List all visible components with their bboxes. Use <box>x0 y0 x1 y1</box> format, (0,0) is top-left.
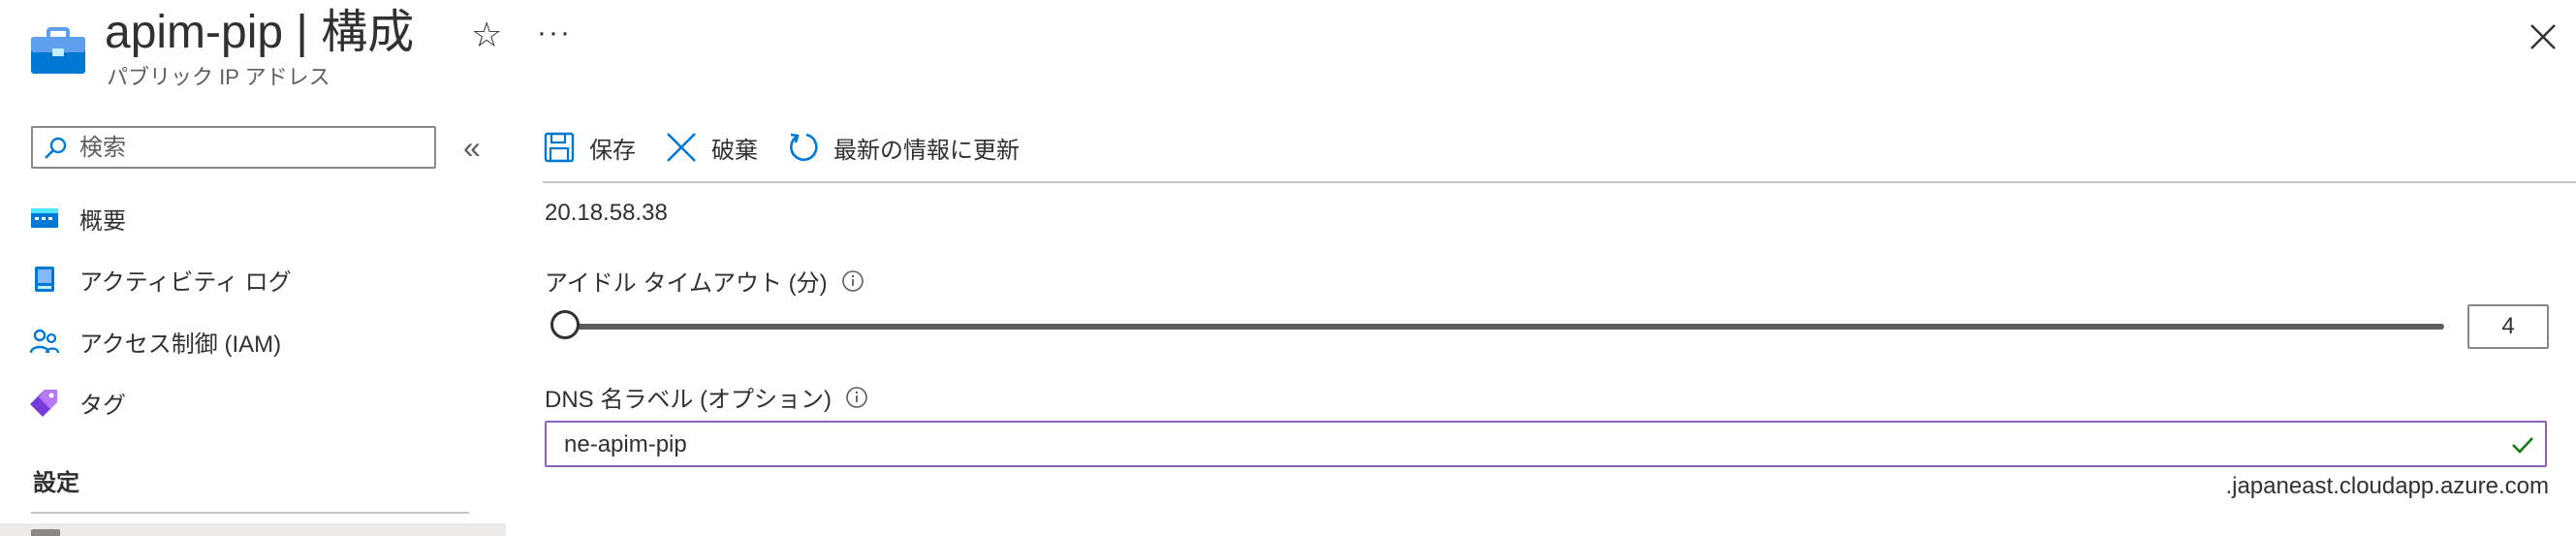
iam-users-icon <box>29 329 60 354</box>
dns-label: DNS 名ラベル (オプション) <box>545 380 868 414</box>
sidebar-item-label: アクティビティ ログ <box>79 268 292 296</box>
discard-x-icon <box>667 133 696 162</box>
overview-icon <box>31 208 58 228</box>
section-divider <box>31 512 469 514</box>
refresh-icon <box>790 133 818 162</box>
dns-name-input[interactable] <box>562 426 2485 463</box>
page-subtitle: パブリック IP アドレス <box>107 65 330 89</box>
toolbar-divider <box>543 181 2576 183</box>
info-icon[interactable] <box>845 386 868 409</box>
save-label: 保存 <box>589 137 636 164</box>
search-input[interactable] <box>78 130 430 167</box>
close-icon[interactable] <box>2528 21 2559 52</box>
refresh-button[interactable]: 最新の情報に更新 <box>787 131 1020 165</box>
valid-check-icon <box>2512 437 2533 454</box>
discard-button[interactable]: 破棄 <box>665 131 758 165</box>
idle-timeout-slider-track[interactable] <box>562 324 2444 330</box>
favorite-star-icon[interactable]: ☆ <box>471 12 502 58</box>
sidebar-item-tags[interactable]: タグ <box>29 378 475 426</box>
collapse-menu-icon[interactable]: « <box>463 132 481 163</box>
ip-address-value: 20.18.58.38 <box>545 200 668 226</box>
more-options-icon[interactable]: ··· <box>537 14 572 52</box>
refresh-label: 最新の情報に更新 <box>833 137 1020 164</box>
dns-name-field[interactable] <box>545 421 2547 467</box>
sidebar-item-activity-log[interactable]: アクティビティ ログ <box>29 255 475 303</box>
page-title: apim-pip | 構成 <box>105 7 415 58</box>
discard-label: 破棄 <box>711 137 758 164</box>
idle-timeout-label: アイドル タイムアウト (分) <box>545 264 864 298</box>
idle-timeout-slider-thumb[interactable] <box>550 310 580 339</box>
idle-timeout-label-text: アイドル タイムアウト (分) <box>545 270 828 297</box>
save-icon <box>544 132 575 163</box>
section-header-settings: 設定 <box>33 470 79 496</box>
dns-label-text: DNS 名ラベル (オプション) <box>545 387 832 413</box>
sidebar-item-iam[interactable]: アクセス制御 (IAM) <box>29 317 475 365</box>
configuration-icon <box>31 529 60 536</box>
sidebar-item-overview[interactable]: 概要 <box>29 194 475 242</box>
save-button[interactable]: 保存 <box>543 131 636 165</box>
idle-timeout-input[interactable] <box>2467 304 2549 349</box>
sidebar-item-label: タグ <box>79 392 126 419</box>
sidebar-item-label: 概要 <box>79 207 126 235</box>
sidebar-item-label: アクセス制御 (IAM) <box>79 331 282 358</box>
activity-log-icon <box>35 267 54 292</box>
command-bar: 保存 破棄 最新の情報に更新 <box>543 122 1049 173</box>
search-icon <box>45 137 67 159</box>
dns-suffix: .japaneast.cloudapp.azure.com <box>2225 473 2549 499</box>
sidebar-item-configuration-selected[interactable] <box>0 523 506 536</box>
menu-search-box[interactable] <box>31 126 436 169</box>
info-icon[interactable] <box>841 269 864 293</box>
tag-icon <box>30 390 57 417</box>
public-ip-briefcase-icon <box>31 27 85 74</box>
